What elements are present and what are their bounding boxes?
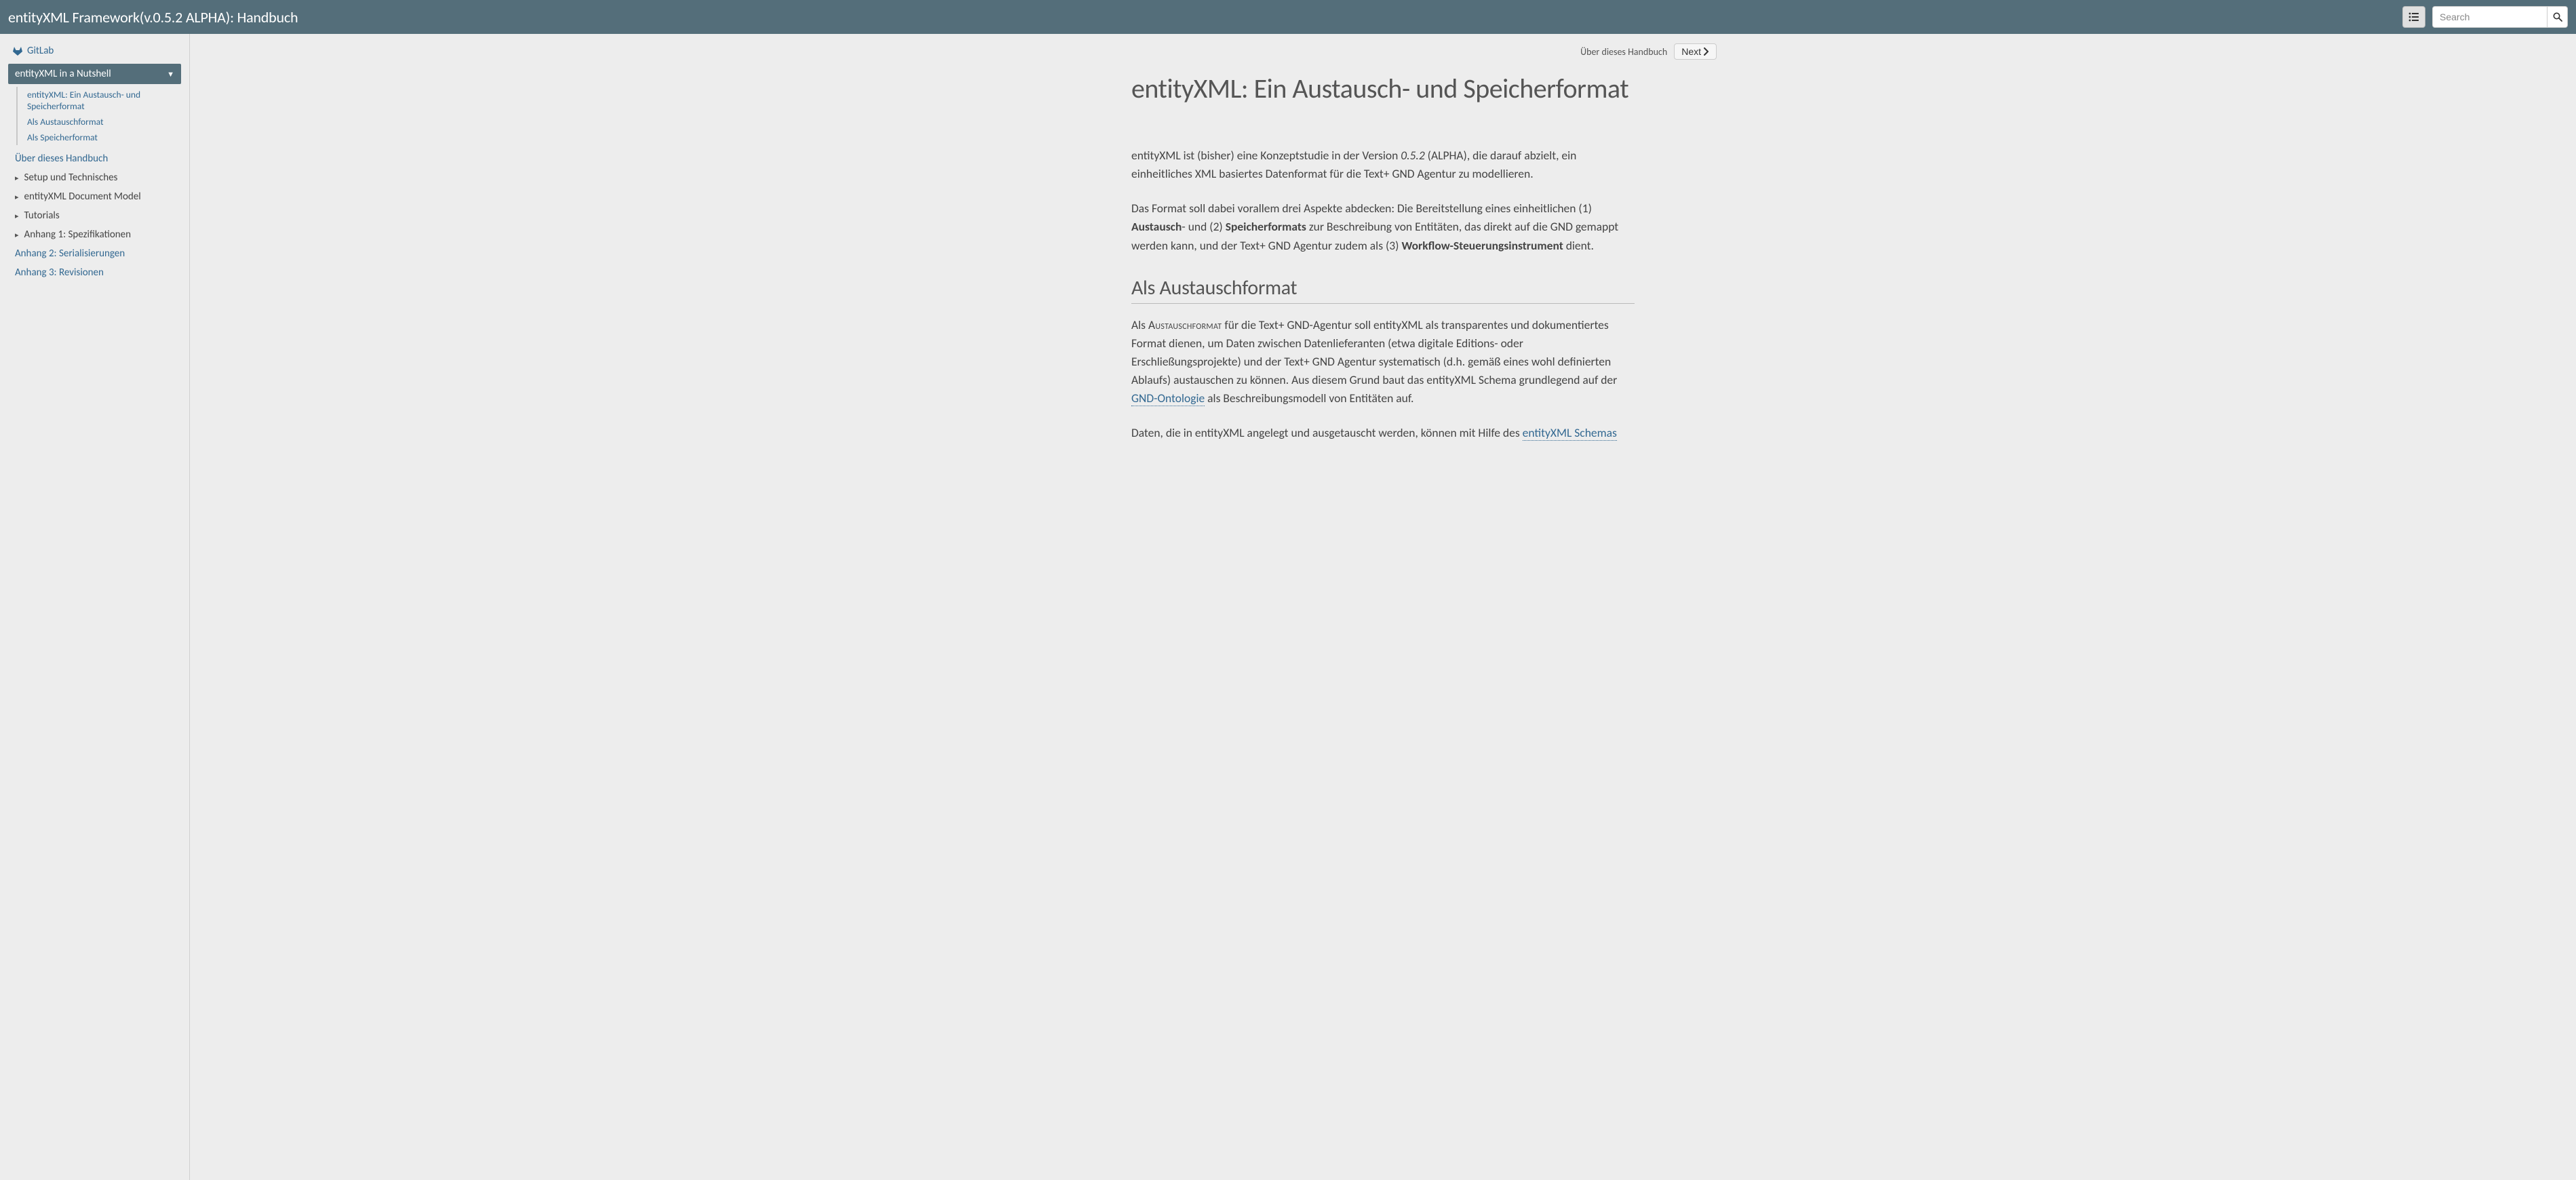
gitlab-link[interactable]: GitLab — [27, 45, 54, 57]
search-button[interactable] — [2548, 6, 2568, 28]
article-body: entityXML: Ein Austausch- und Speicherfo… — [1129, 65, 1637, 458]
sidebar-item[interactable]: Anhang 1: Spezifikationen — [0, 225, 189, 244]
next-label: Next — [1681, 46, 1701, 57]
search-input[interactable] — [2432, 6, 2548, 28]
paragraph: Das Format soll dabei vorallem drei Aspe… — [1131, 199, 1635, 254]
app-header: entityXML Framework(v.0.5.2 ALPHA): Hand… — [0, 0, 2576, 34]
sidebar-item[interactable]: Setup und Technisches — [0, 168, 189, 187]
sidebar-subitem[interactable]: entityXML: Ein Austausch- und Speicherfo… — [22, 87, 189, 114]
chevron-down-icon: ▼ — [167, 70, 174, 79]
gitlab-icon — [12, 45, 23, 56]
paragraph: Als Austauschformat für die Text+ GND-Ag… — [1131, 316, 1635, 408]
sidebar-item-gitlab[interactable]: GitLab — [0, 42, 189, 64]
chevron-right-icon — [1704, 47, 1709, 56]
section-heading: Als Austauschformat — [1131, 275, 1635, 304]
page-topnav: Über dieses Handbuch Next — [1044, 43, 1722, 65]
app-title: entityXML Framework(v.0.5.2 ALPHA): Hand… — [8, 8, 2402, 26]
sidebar-subitem[interactable]: Als Austauschformat — [22, 114, 189, 130]
sidebar-item[interactable]: Tutorials — [0, 206, 189, 225]
page-title: entityXML: Ein Austausch- und Speicherfo… — [1131, 72, 1635, 106]
sidebar-item[interactable]: entityXML Document Model — [0, 187, 189, 206]
sidebar-sublist: entityXML: Ein Austausch- und Speicherfo… — [16, 87, 189, 145]
sidebar-item[interactable]: Über dieses Handbuch — [0, 149, 189, 168]
link-entityxml-schemas[interactable]: entityXML Schemas — [1523, 425, 1617, 441]
sidebar-item[interactable]: Anhang 3: Revisionen — [0, 263, 189, 282]
sidebar-active-label: entityXML in a Nutshell — [15, 68, 111, 80]
search-icon — [2553, 12, 2562, 22]
paragraph: Daten, die in entityXML angelegt und aus… — [1131, 424, 1635, 442]
topnav-context: Über dieses Handbuch — [1580, 46, 1667, 58]
sidebar-nav: GitLab entityXML in a Nutshell ▼ entityX… — [0, 34, 190, 1180]
link-gnd-ontologie[interactable]: GND-Ontologie — [1131, 391, 1205, 406]
paragraph: entityXML ist (bisher) eine Konzeptstudi… — [1131, 146, 1635, 183]
list-icon — [2408, 12, 2419, 22]
main-content: Über dieses Handbuch Next entityXML: Ein… — [190, 34, 2576, 1180]
sidebar-item-active[interactable]: entityXML in a Nutshell ▼ — [8, 64, 181, 84]
search-form — [2432, 6, 2568, 28]
next-button[interactable]: Next — [1674, 43, 1717, 60]
toc-toggle-button[interactable] — [2402, 6, 2425, 28]
sidebar-item[interactable]: Anhang 2: Serialisierungen — [0, 244, 189, 263]
sidebar-subitem[interactable]: Als Speicherformat — [22, 130, 189, 145]
